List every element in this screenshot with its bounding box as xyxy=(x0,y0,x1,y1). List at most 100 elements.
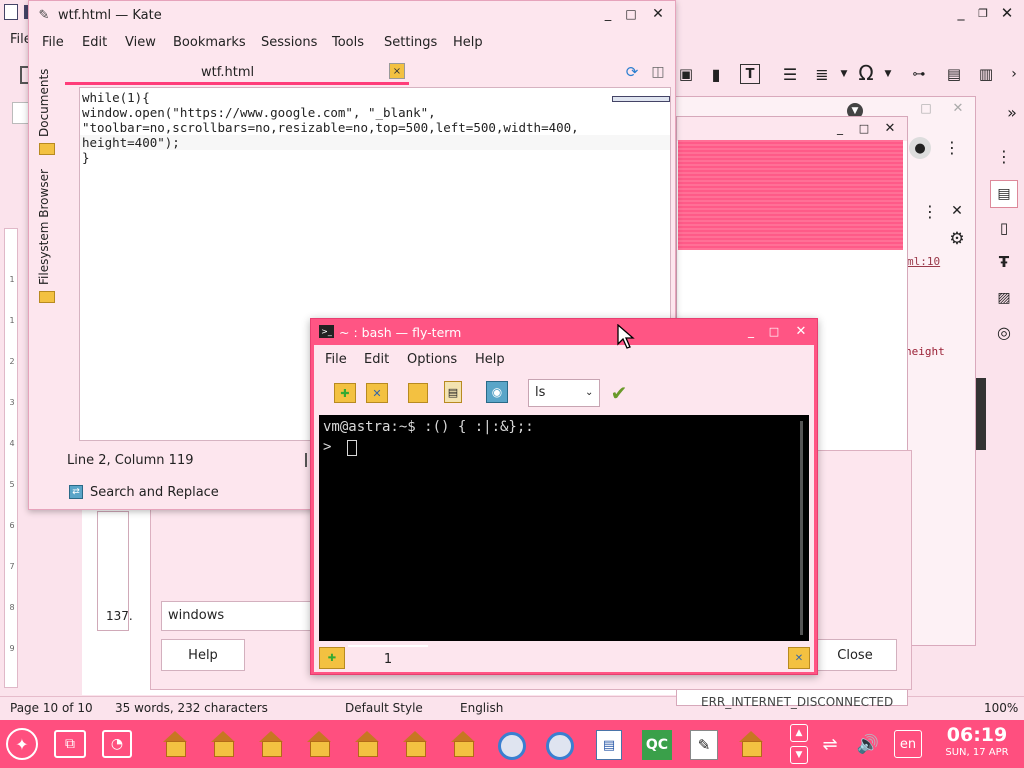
volume-icon[interactable]: 🔊 xyxy=(852,732,884,756)
minimize-icon[interactable]: _ xyxy=(743,323,759,339)
close-icon[interactable]: ✕ xyxy=(793,323,809,339)
page-icon[interactable]: ▯ xyxy=(994,218,1014,238)
menu-file[interactable]: File xyxy=(325,352,347,367)
copy-icon[interactable] xyxy=(408,383,428,403)
menu-bookmarks[interactable]: Bookmarks xyxy=(173,35,246,50)
taskbar-app-icon[interactable] xyxy=(258,730,288,760)
sidebar-item-filesystem[interactable]: Filesystem Browser xyxy=(37,165,57,285)
minimize-icon[interactable]: _ xyxy=(599,5,617,23)
menu-view[interactable]: View xyxy=(125,35,156,50)
avatar[interactable]: ● xyxy=(909,137,931,159)
close-button[interactable]: Close xyxy=(813,639,897,671)
menu-dots-icon[interactable]: ⋮ xyxy=(944,137,960,157)
search-input[interactable]: windows xyxy=(161,601,311,631)
sidebar-item-documents[interactable]: Documents xyxy=(37,67,57,137)
textbox-icon[interactable]: T xyxy=(740,64,760,84)
close-icon[interactable]: ✕ xyxy=(998,4,1016,22)
search-replace-icon[interactable]: ⇄ xyxy=(69,485,83,499)
footnote-icon[interactable]: ▤ xyxy=(944,64,964,84)
new-tab-icon[interactable]: ✚ xyxy=(334,383,356,403)
menu-dots-icon[interactable]: ⋮ xyxy=(994,146,1014,166)
taskbar-app-icon[interactable] xyxy=(738,730,768,760)
styles-icon[interactable]: Ŧ xyxy=(994,252,1014,272)
menu-settings[interactable]: Settings xyxy=(384,35,437,50)
menu-sessions[interactable]: Sessions xyxy=(261,35,317,50)
terminal-titlebar[interactable]: >_ ~ : bash — fly-term _ □ ✕ xyxy=(311,319,817,345)
sync-icon[interactable]: ⟳ xyxy=(623,63,641,81)
hyperlink-icon[interactable]: ⊶ xyxy=(908,64,930,84)
zoom-status[interactable]: 100% xyxy=(984,701,1018,715)
command-select[interactable]: ls ⌄ xyxy=(528,379,600,407)
image-icon[interactable]: ▣ xyxy=(676,64,696,84)
windows-switcher-icon[interactable]: ⧉ xyxy=(54,730,86,758)
maximize-icon[interactable]: □ xyxy=(919,101,933,115)
maximize-icon[interactable]: □ xyxy=(766,323,782,339)
terminal-screen[interactable]: vm@astra:~$ :() { :|:&};: > xyxy=(319,415,809,641)
maximize-icon[interactable]: □ xyxy=(622,5,640,23)
comment-icon[interactable]: ▥ xyxy=(976,64,996,84)
clock[interactable]: 06:19 SUN, 17 APR xyxy=(936,724,1018,764)
minimap[interactable] xyxy=(612,96,670,102)
menu-tools[interactable]: Tools xyxy=(332,35,364,50)
more-icon[interactable]: » xyxy=(1004,102,1020,122)
chart-icon[interactable]: ▮ xyxy=(706,64,726,84)
terminal-tab-1[interactable]: 1 xyxy=(348,645,428,671)
menu-dots-icon[interactable]: ⋮ xyxy=(922,201,938,221)
menu-edit[interactable]: Edit xyxy=(364,352,389,367)
source-link[interactable]: ml:10 xyxy=(907,255,940,268)
browser-icon[interactable] xyxy=(498,732,526,760)
chevron-down-icon[interactable]: ▼ xyxy=(882,68,894,80)
cursor-position[interactable]: Line 2, Column 119 xyxy=(67,453,194,468)
close-tab-icon[interactable]: × xyxy=(389,63,405,79)
split-view-icon[interactable]: ◫ xyxy=(649,63,667,81)
menu-options[interactable]: Options xyxy=(407,352,457,367)
special-char-icon[interactable]: Ω xyxy=(856,61,876,85)
page-break-icon[interactable]: ☰ xyxy=(780,64,800,84)
close-icon[interactable]: ✕ xyxy=(883,121,897,136)
navigator-icon[interactable]: ◎ xyxy=(994,322,1014,342)
minimize-icon[interactable]: _ xyxy=(833,121,847,135)
chevron-up-icon[interactable]: ▲ xyxy=(790,724,808,742)
new-tab-icon[interactable]: ✚ xyxy=(319,647,345,669)
find-icon[interactable]: ◉ xyxy=(486,381,508,403)
taskbar-app-icon[interactable] xyxy=(210,730,240,760)
taskbar-app-icon[interactable] xyxy=(402,730,432,760)
gear-icon[interactable]: ⚙ xyxy=(947,229,967,249)
search-replace-tab[interactable]: Search and Replace xyxy=(90,485,219,500)
taskbar-app-icon[interactable] xyxy=(450,730,480,760)
chevron-down-icon[interactable]: ▼ xyxy=(838,68,850,80)
start-menu-icon[interactable]: ✦ xyxy=(6,728,38,760)
minimize-icon[interactable]: _ xyxy=(952,4,970,22)
tab-wtf-html[interactable]: wtf.html × xyxy=(65,61,409,85)
menu-file[interactable]: File xyxy=(42,35,64,50)
properties-icon[interactable]: ▤ xyxy=(990,180,1018,208)
help-button[interactable]: Help xyxy=(161,639,245,671)
network-icon[interactable]: ⇌ xyxy=(816,732,844,756)
run-check-icon[interactable]: ✔ xyxy=(608,381,630,405)
menu-help[interactable]: Help xyxy=(453,35,483,50)
writer-icon[interactable]: ▤ xyxy=(596,730,622,760)
close-icon[interactable]: ✕ xyxy=(649,5,667,23)
kate-titlebar[interactable]: ✎ wtf.html — Kate _ □ ✕ xyxy=(29,1,675,29)
chevron-right-icon[interactable]: › xyxy=(1008,64,1020,84)
language-status[interactable]: English xyxy=(460,701,503,715)
gallery-icon[interactable]: ▨ xyxy=(994,288,1014,308)
close-tab-icon[interactable]: ✕ xyxy=(788,647,810,669)
close-tab-icon[interactable]: ✕ xyxy=(366,383,388,403)
menu-help[interactable]: Help xyxy=(475,352,505,367)
kate-taskbar-icon[interactable]: ✎ xyxy=(690,730,718,760)
desktop-icon[interactable]: ◔ xyxy=(102,730,132,758)
qc-icon[interactable]: QC xyxy=(642,730,672,760)
restore-icon[interactable]: ❐ xyxy=(974,4,992,22)
close-icon[interactable]: ✕ xyxy=(949,201,965,221)
terminal-scrollbar[interactable] xyxy=(800,421,803,635)
chevron-down-icon[interactable]: ▼ xyxy=(790,746,808,764)
maximize-icon[interactable]: □ xyxy=(857,121,871,135)
paste-icon[interactable]: ▤ xyxy=(444,381,462,403)
close-icon[interactable]: ✕ xyxy=(951,101,965,116)
taskbar-app-icon[interactable] xyxy=(306,730,336,760)
field-icon[interactable]: ≣ xyxy=(812,64,832,84)
keyboard-layout-button[interactable]: en xyxy=(894,730,922,758)
taskbar-app-icon[interactable] xyxy=(354,730,384,760)
menu-edit[interactable]: Edit xyxy=(82,35,107,50)
